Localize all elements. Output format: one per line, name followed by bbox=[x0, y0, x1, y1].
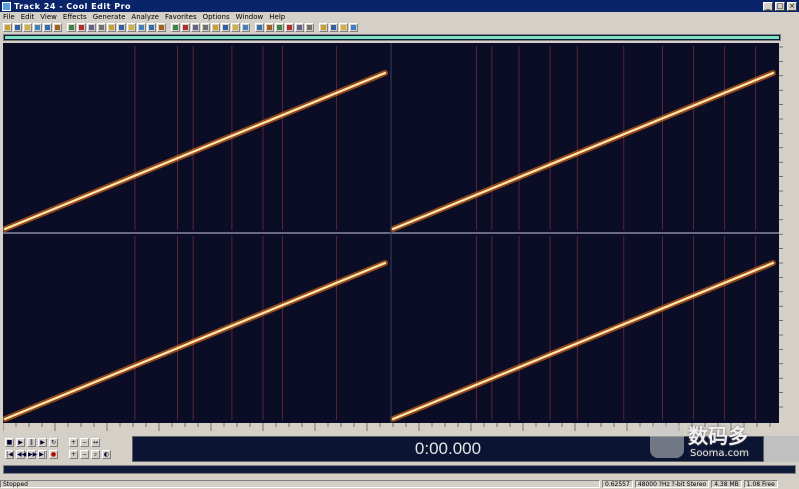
open-icon[interactable] bbox=[319, 23, 328, 32]
menu-analyze[interactable]: Analyze bbox=[128, 13, 162, 21]
title-bar: Track 24 - Cool Edit Pro _ □ × bbox=[0, 0, 799, 12]
folder-icon[interactable] bbox=[339, 23, 348, 32]
status-size: 4.38 MB bbox=[711, 479, 742, 488]
zoom-icon[interactable] bbox=[191, 23, 200, 32]
copy-icon[interactable] bbox=[43, 23, 52, 32]
paste-icon[interactable] bbox=[265, 23, 274, 32]
cut-icon[interactable] bbox=[33, 23, 42, 32]
status-sample-info: 48000 ?Hz ?-bit Stereo bbox=[634, 479, 710, 488]
time-readout: 0:00.000 bbox=[414, 439, 482, 458]
status-level: 0.62557 bbox=[602, 479, 633, 488]
go-end-button[interactable]: ▶| bbox=[38, 450, 47, 459]
menu-effects[interactable]: Effects bbox=[60, 13, 90, 21]
play-button[interactable]: ▶ bbox=[16, 438, 25, 447]
undo-icon[interactable] bbox=[171, 23, 180, 32]
menu-bar: File Edit View Effects Generate Analyze … bbox=[0, 12, 799, 22]
loop-button[interactable]: ↻ bbox=[49, 438, 58, 447]
level-meter bbox=[3, 465, 796, 474]
folder-icon[interactable] bbox=[231, 23, 240, 32]
save-icon[interactable] bbox=[221, 23, 230, 32]
window-title: Track 24 - Cool Edit Pro bbox=[14, 1, 132, 11]
time-display: 0:00.000 bbox=[132, 436, 764, 462]
spectrogram[interactable] bbox=[3, 43, 795, 423]
frequency-scale bbox=[779, 43, 795, 423]
maximize-button[interactable]: □ bbox=[775, 1, 785, 11]
copy-icon[interactable] bbox=[255, 23, 264, 32]
status-bar: Stopped 0.62557 48000 ?Hz ?-bit Stereo 4… bbox=[0, 478, 799, 489]
time-ruler[interactable] bbox=[2, 423, 779, 431]
menu-view[interactable]: View bbox=[37, 13, 60, 21]
menu-options[interactable]: Options bbox=[200, 13, 233, 21]
paste-icon[interactable] bbox=[53, 23, 62, 32]
play-from-cursor-button[interactable]: ▶ bbox=[38, 438, 47, 447]
save-icon[interactable] bbox=[329, 23, 338, 32]
settings-icon[interactable] bbox=[305, 23, 314, 32]
toolbar bbox=[0, 22, 799, 33]
undo-icon[interactable] bbox=[275, 23, 284, 32]
open-icon[interactable] bbox=[107, 23, 116, 32]
zoom-in-h-button[interactable]: + bbox=[69, 438, 78, 447]
open-icon[interactable] bbox=[211, 23, 220, 32]
pause-button[interactable]: ‖ bbox=[27, 438, 36, 447]
go-start-button[interactable]: |◀ bbox=[5, 450, 14, 459]
transport-panel: ■ ▶ ‖ ▶ ↻ |◀ ◀◀ ▶▶ ▶| ● + − ↔ + − ⌕ ◐ bbox=[3, 436, 128, 462]
record-button[interactable]: ● bbox=[49, 450, 58, 459]
menu-help[interactable]: Help bbox=[266, 13, 288, 21]
stop-button[interactable]: ■ bbox=[5, 438, 14, 447]
selection-info-panel bbox=[764, 436, 799, 462]
menu-window[interactable]: Window bbox=[233, 13, 267, 21]
menu-edit[interactable]: Edit bbox=[18, 13, 38, 21]
spectral-view[interactable] bbox=[3, 43, 795, 423]
minimize-button[interactable]: _ bbox=[763, 1, 773, 11]
cut-icon[interactable] bbox=[241, 23, 250, 32]
folder-icon[interactable] bbox=[127, 23, 136, 32]
paste-icon[interactable] bbox=[157, 23, 166, 32]
copy-icon[interactable] bbox=[147, 23, 156, 32]
menu-file[interactable]: File bbox=[0, 13, 18, 21]
status-free: 1.08 Free bbox=[743, 479, 778, 488]
settings-icon[interactable] bbox=[97, 23, 106, 32]
record-icon[interactable] bbox=[285, 23, 294, 32]
zoom-selection-button[interactable]: ⌕ bbox=[91, 450, 100, 459]
open-icon[interactable] bbox=[3, 23, 12, 32]
zoom-icon[interactable] bbox=[295, 23, 304, 32]
record-icon[interactable] bbox=[77, 23, 86, 32]
record-icon[interactable] bbox=[181, 23, 190, 32]
zoom-left-button[interactable]: ◐ bbox=[102, 450, 111, 459]
rewind-button[interactable]: ◀◀ bbox=[16, 450, 26, 459]
status-state: Stopped bbox=[0, 479, 600, 488]
save-icon[interactable] bbox=[13, 23, 22, 32]
close-button[interactable]: × bbox=[787, 1, 797, 11]
zoom-icon[interactable] bbox=[87, 23, 96, 32]
cut-icon[interactable] bbox=[349, 23, 358, 32]
overview-bar[interactable] bbox=[3, 34, 781, 41]
zoom-full-button[interactable]: ↔ bbox=[91, 438, 100, 447]
forward-button[interactable]: ▶▶ bbox=[27, 450, 37, 459]
menu-favorites[interactable]: Favorites bbox=[162, 13, 200, 21]
menu-generate[interactable]: Generate bbox=[90, 13, 129, 21]
zoom-out-h-button[interactable]: − bbox=[80, 438, 89, 447]
settings-icon[interactable] bbox=[201, 23, 210, 32]
zoom-out-v-button[interactable]: − bbox=[80, 450, 89, 459]
save-icon[interactable] bbox=[117, 23, 126, 32]
cut-icon[interactable] bbox=[137, 23, 146, 32]
undo-icon[interactable] bbox=[67, 23, 76, 32]
zoom-in-v-button[interactable]: + bbox=[69, 450, 78, 459]
app-icon bbox=[2, 1, 11, 11]
folder-icon[interactable] bbox=[23, 23, 32, 32]
